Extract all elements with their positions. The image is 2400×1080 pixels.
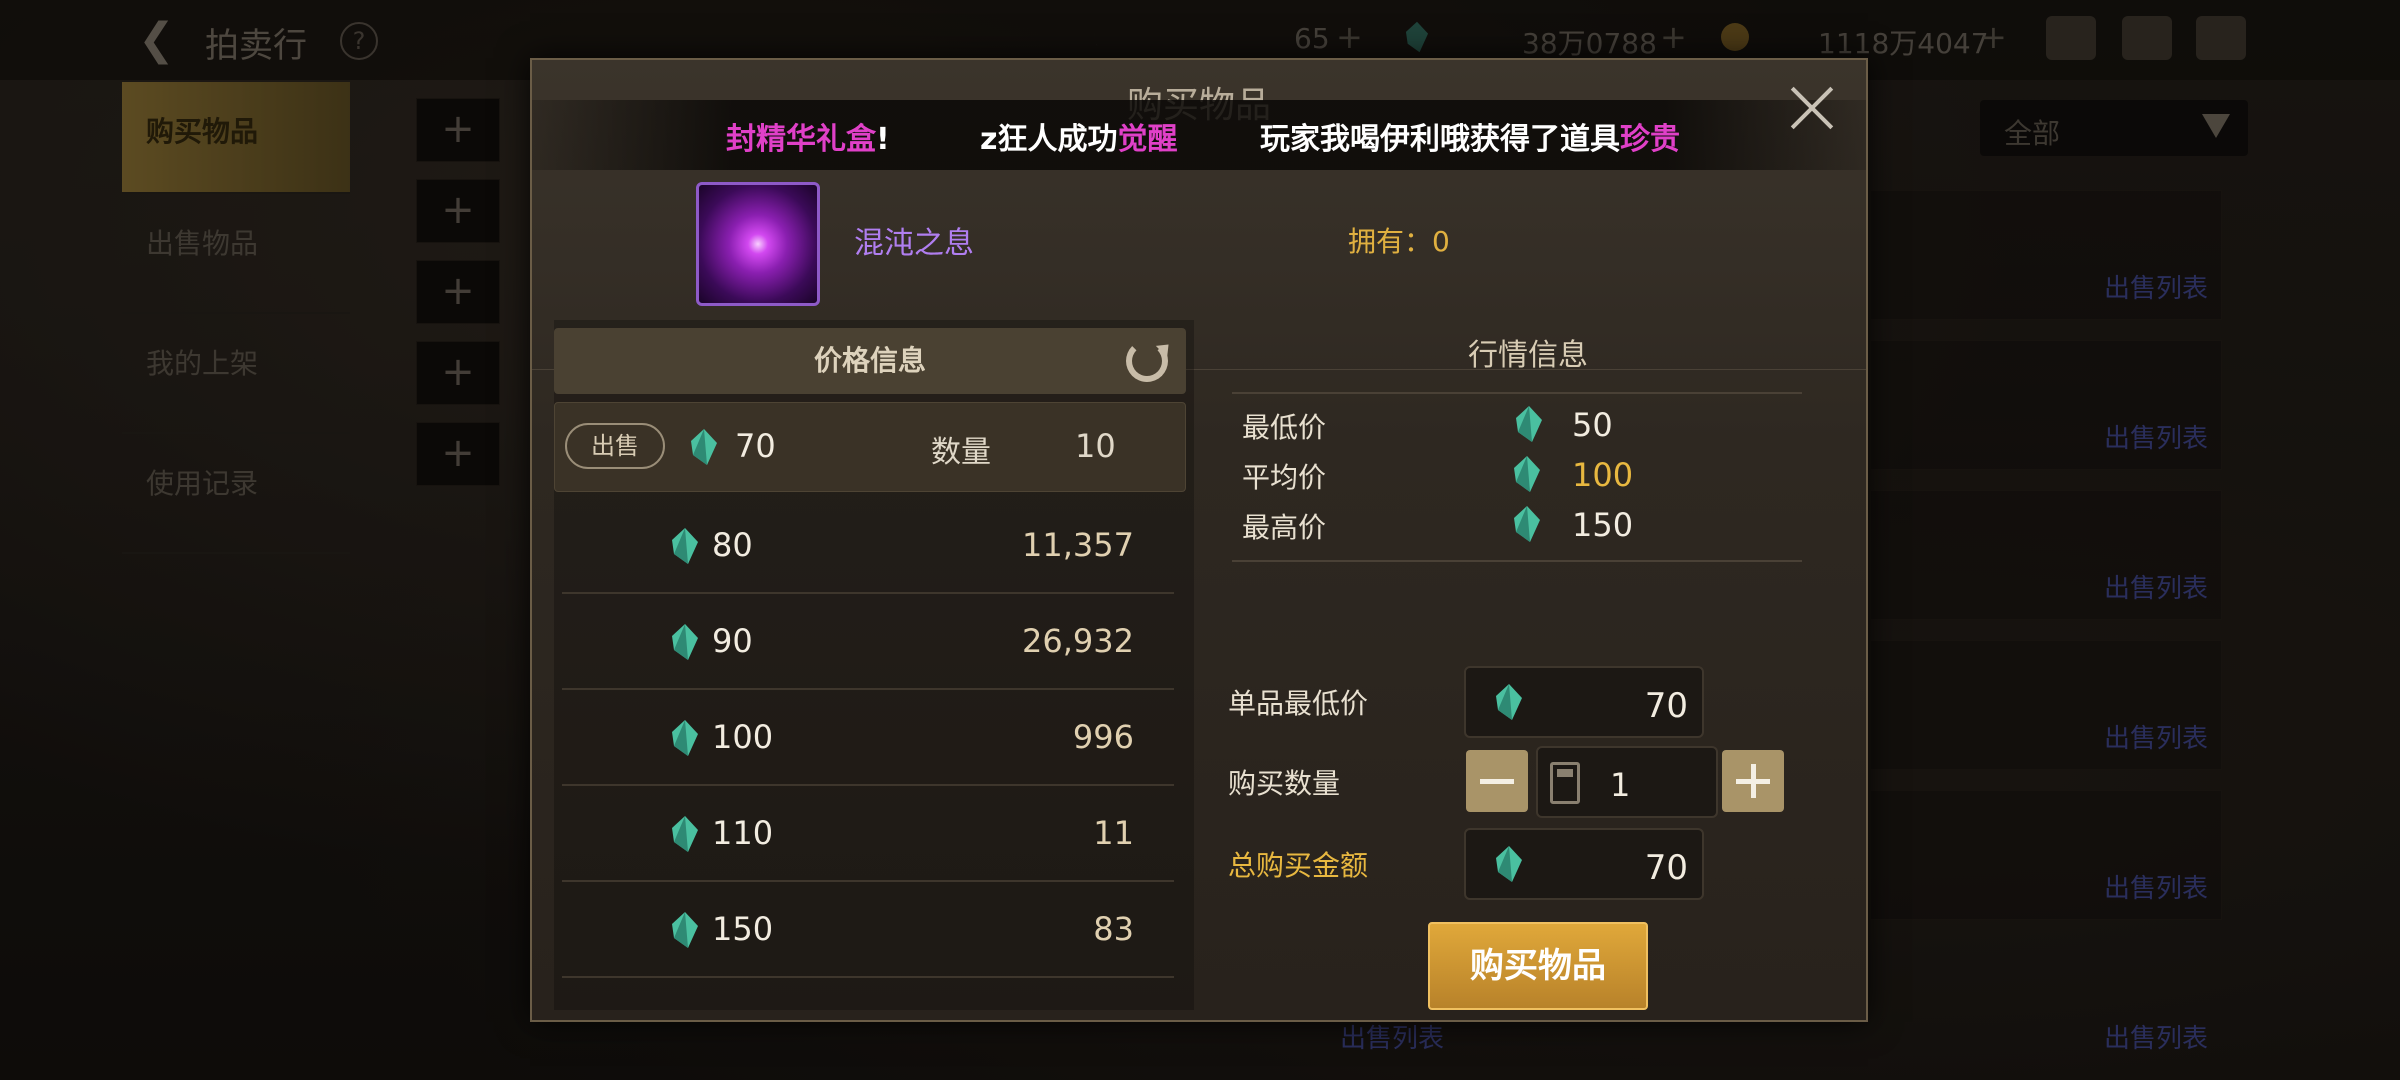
gem-icon xyxy=(1496,684,1522,720)
price-row[interactable]: 150 83 xyxy=(562,882,1174,978)
gem-icon xyxy=(672,528,698,564)
calculator-icon[interactable] xyxy=(1550,762,1580,804)
row-quantity: 26,932 xyxy=(1022,622,1134,660)
total-amount-value: 70 xyxy=(1644,848,1688,888)
unit-price-label: 单品最低价 xyxy=(1228,687,1369,720)
max-price-value: 150 xyxy=(1572,506,1634,544)
min-price-label: 最低价 xyxy=(1242,411,1327,444)
gem-icon xyxy=(672,720,698,756)
price-info-title: 价格信息 xyxy=(813,344,926,377)
market-info-title: 行情信息 xyxy=(1468,338,1588,373)
sell-price: 70 xyxy=(735,427,776,465)
buy-item-button[interactable]: 购买物品 xyxy=(1428,922,1648,1010)
min-price-value: 50 xyxy=(1572,406,1613,444)
sell-listing-row[interactable]: 出售 70 数量 10 xyxy=(554,402,1186,492)
quantity-value: 1 xyxy=(1610,766,1631,804)
gem-icon xyxy=(1514,456,1540,492)
quantity-input[interactable]: 1 xyxy=(1536,746,1718,818)
refresh-icon[interactable] xyxy=(1126,340,1168,382)
increase-quantity-button[interactable] xyxy=(1722,750,1784,812)
unit-price-value: 70 xyxy=(1644,686,1688,726)
gem-icon xyxy=(691,429,717,465)
buy-quantity-label: 购买数量 xyxy=(1228,767,1341,800)
gem-icon xyxy=(672,912,698,948)
buy-item-dialog: 购买物品 封精华礼盒! z狂人成功觉醒 玩家我喝伊利哦获得了道具珍贵 混沌之息 … xyxy=(530,58,1868,1022)
price-info-header: 价格信息 xyxy=(554,328,1186,394)
price-row[interactable]: 100 996 xyxy=(562,690,1174,786)
owned-count: 拥有：0 xyxy=(1348,225,1450,258)
close-icon[interactable] xyxy=(1788,84,1836,132)
gem-icon xyxy=(1516,406,1542,442)
gem-icon xyxy=(672,816,698,852)
price-info-panel: 价格信息 出售 70 数量 10 80 11,357 90 26,932 100… xyxy=(554,320,1194,1010)
avg-price-value: 100 xyxy=(1572,456,1634,494)
total-amount-field: 70 xyxy=(1464,828,1704,900)
total-amount-label: 总购买金额 xyxy=(1228,849,1369,882)
divider xyxy=(1232,560,1802,562)
item-name: 混沌之息 xyxy=(854,226,974,261)
row-quantity: 11,357 xyxy=(1022,526,1134,564)
quantity-label: 数量 xyxy=(931,435,991,470)
price-row[interactable]: 110 11 xyxy=(562,786,1174,882)
broadcast-ticker: 封精华礼盒! z狂人成功觉醒 玩家我喝伊利哦获得了道具珍贵 xyxy=(532,100,1866,170)
price-row[interactable]: 90 26,932 xyxy=(562,594,1174,690)
divider xyxy=(1232,392,1802,394)
row-quantity: 83 xyxy=(1093,910,1134,948)
row-quantity: 11 xyxy=(1093,814,1134,852)
row-price: 80 xyxy=(712,526,753,564)
avg-price-label: 平均价 xyxy=(1242,461,1327,494)
max-price-label: 最高价 xyxy=(1242,511,1327,544)
row-price: 150 xyxy=(712,910,774,948)
broadcast-message: 玩家我喝伊利哦获得了道具珍贵 xyxy=(1260,122,1680,157)
sell-quantity: 10 xyxy=(1075,427,1116,465)
broadcast-message: z狂人成功觉醒 xyxy=(980,122,1178,157)
price-row[interactable]: 80 11,357 xyxy=(562,498,1174,594)
broadcast-message: 封精华礼盒! xyxy=(726,122,890,157)
gem-icon xyxy=(672,624,698,660)
row-price: 100 xyxy=(712,718,774,756)
chaos-breath-item-icon xyxy=(696,182,820,306)
row-price: 90 xyxy=(712,622,753,660)
gem-icon xyxy=(1496,846,1522,882)
unit-price-field: 70 xyxy=(1464,666,1704,738)
row-price: 110 xyxy=(712,814,774,852)
row-quantity: 996 xyxy=(1072,718,1134,756)
gem-icon xyxy=(1514,506,1540,542)
sell-badge: 出售 xyxy=(565,423,665,469)
decrease-quantity-button[interactable] xyxy=(1466,750,1528,812)
